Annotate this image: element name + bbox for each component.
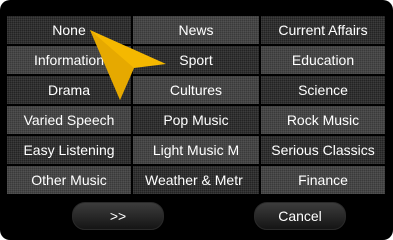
genre-pop-music[interactable]: Pop Music bbox=[133, 106, 259, 134]
genre-selection-screen: None News Current Affairs Information Sp… bbox=[0, 0, 393, 240]
genre-rock-music[interactable]: Rock Music bbox=[261, 106, 385, 134]
genre-light-music[interactable]: Light Music M bbox=[133, 136, 259, 164]
genre-easy-listening[interactable]: Easy Listening bbox=[7, 136, 131, 164]
genre-varied-speech[interactable]: Varied Speech bbox=[7, 106, 131, 134]
next-page-button[interactable]: >> bbox=[72, 202, 164, 230]
genre-finance[interactable]: Finance bbox=[261, 166, 385, 194]
genre-other-music[interactable]: Other Music bbox=[7, 166, 131, 194]
genre-weather[interactable]: Weather & Metr bbox=[133, 166, 259, 194]
genre-current-affairs[interactable]: Current Affairs bbox=[261, 16, 385, 44]
genre-serious-classics[interactable]: Serious Classics bbox=[261, 136, 385, 164]
genre-science[interactable]: Science bbox=[261, 76, 385, 104]
arrow-pointer-icon bbox=[90, 30, 166, 100]
genre-grid: None News Current Affairs Information Sp… bbox=[7, 16, 385, 194]
genre-education[interactable]: Education bbox=[261, 46, 385, 74]
cancel-button[interactable]: Cancel bbox=[254, 202, 346, 230]
